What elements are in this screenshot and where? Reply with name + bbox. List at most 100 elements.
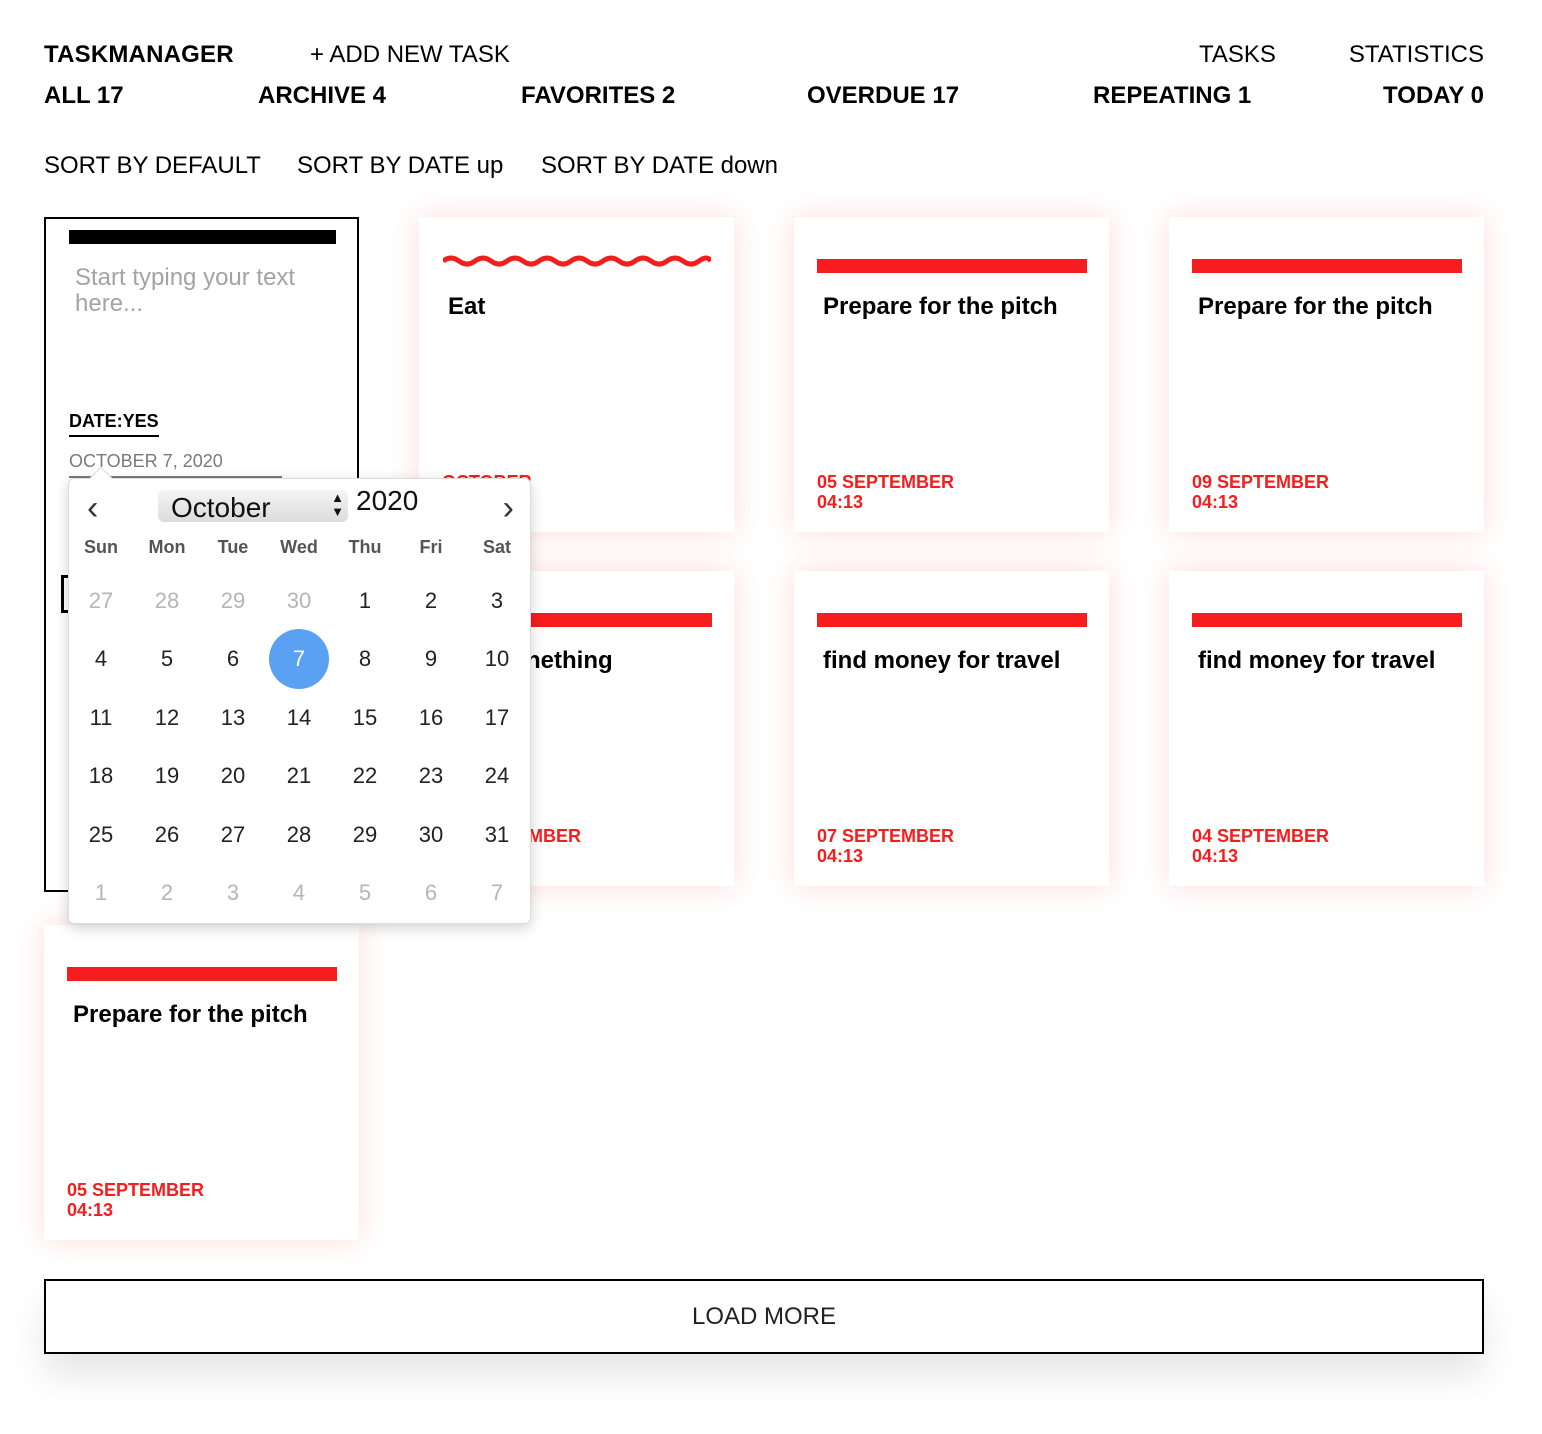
day-cell[interactable]: 4	[71, 629, 131, 689]
day-cell[interactable]: 28	[137, 571, 197, 631]
add-new-task-button[interactable]: + ADD NEW TASK	[310, 41, 510, 69]
task-date-day: 07 SEPTEMBER	[817, 826, 955, 846]
day-cell[interactable]: 7	[467, 863, 527, 923]
task-date: 05 SEPTEMBER 04:13	[817, 472, 954, 512]
day-cell[interactable]: 31	[467, 805, 527, 865]
day-cell[interactable]: 1	[71, 863, 131, 923]
task-text-input[interactable]	[75, 265, 335, 385]
weekday-label: Wed	[280, 537, 318, 557]
day-cell[interactable]: 14	[269, 688, 329, 748]
sort-default[interactable]: SORT BY DEFAULT	[44, 152, 261, 180]
day-cell[interactable]: 22	[335, 746, 395, 806]
next-month-icon[interactable]: ›	[503, 491, 514, 525]
task-date-day: 05 SEPTEMBER	[67, 1180, 205, 1200]
day-cell[interactable]: 6	[401, 863, 461, 923]
app-logo: TASKMANAGER	[44, 41, 234, 68]
day-cell[interactable]: 19	[137, 746, 197, 806]
day-cell[interactable]: 15	[335, 688, 395, 748]
task-color-bar	[67, 967, 337, 981]
prev-month-icon[interactable]: ‹	[87, 491, 98, 525]
task-date-day: MBER	[528, 826, 581, 846]
day-cell[interactable]: 24	[467, 746, 527, 806]
task-title: Prepare for the pitch	[823, 293, 1058, 320]
weekday-label: Tue	[217, 537, 249, 557]
weekday-label: Sun	[84, 537, 118, 557]
date-toggle-button[interactable]: DATE:YES	[69, 411, 159, 437]
datepicker-popup: ‹ October ▲ ▼ 2020 › Sun Mon Tue Wed Thu …	[68, 466, 531, 924]
day-cell[interactable]: 1	[335, 571, 395, 631]
task-title: find money for travel	[823, 647, 1061, 674]
task-card[interactable]: Prepare for the pitch 05 SEPTEMBER 04:13	[44, 925, 359, 1240]
task-color-bar	[69, 230, 336, 244]
day-cell[interactable]: 2	[137, 863, 197, 923]
load-more-button[interactable]: LOAD MORE	[44, 1279, 1484, 1354]
task-color-bar	[817, 613, 1087, 627]
task-date-time: 04:13	[817, 492, 864, 512]
month-select[interactable]: October ▲ ▼	[158, 490, 348, 523]
filter-all[interactable]: ALL 17	[44, 82, 124, 110]
day-cell[interactable]: 3	[203, 863, 263, 923]
day-cell[interactable]: 9	[401, 629, 461, 689]
task-date-time: 04:13	[1192, 846, 1239, 866]
day-cell[interactable]: 18	[71, 746, 131, 806]
task-date-time: 04:13	[67, 1200, 114, 1220]
task-date-time: 04:13	[817, 846, 864, 866]
filter-favorites[interactable]: FAVORITES 2	[521, 82, 675, 110]
day-cell[interactable]: 29	[335, 805, 395, 865]
day-cell[interactable]: 17	[467, 688, 527, 748]
task-card[interactable]: find money for travel 04 SEPTEMBER 04:13	[1169, 571, 1484, 886]
day-cell[interactable]: 13	[203, 688, 263, 748]
day-cell[interactable]: 27	[71, 571, 131, 631]
filter-bar: ALL 17 ARCHIVE 4 FAVORITES 2 OVERDUE 17 …	[44, 82, 1484, 112]
day-cell[interactable]: 26	[137, 805, 197, 865]
day-cell[interactable]: 27	[203, 805, 263, 865]
weekday-label: Sat	[482, 537, 511, 557]
day-cell[interactable]: 3	[467, 571, 527, 631]
day-cell[interactable]: 12	[137, 688, 197, 748]
task-date: MBER	[528, 826, 581, 846]
selected-day-cell[interactable]: 7	[269, 629, 329, 689]
task-date-time: 04:13	[1192, 492, 1239, 512]
day-cell[interactable]: 28	[269, 805, 329, 865]
day-cell[interactable]: 5	[335, 863, 395, 923]
task-title: Eat	[448, 293, 486, 320]
day-cell[interactable]: 5	[137, 629, 197, 689]
day-cell[interactable]: 2	[401, 571, 461, 631]
day-cell[interactable]: 11	[71, 688, 131, 748]
day-cell[interactable]: 6	[203, 629, 263, 689]
task-date: 05 SEPTEMBER 04:13	[67, 1180, 204, 1220]
day-cell[interactable]: 20	[203, 746, 263, 806]
nav-statistics-link[interactable]: STATISTICS	[1349, 41, 1484, 69]
month-select-label: October	[171, 492, 271, 523]
task-title: Prepare for the pitch	[1198, 293, 1433, 320]
filter-overdue[interactable]: OVERDUE 17	[807, 82, 959, 110]
day-cell[interactable]: 21	[269, 746, 329, 806]
task-card[interactable]: Prepare for the pitch 09 SEPTEMBER 04:13	[1169, 217, 1484, 532]
sort-date-up[interactable]: SORT BY DATE up	[297, 152, 503, 180]
year-input[interactable]: 2020	[356, 485, 418, 517]
filter-archive[interactable]: ARCHIVE 4	[258, 82, 386, 110]
repeating-wave-icon	[443, 255, 711, 267]
filter-repeating[interactable]: REPEATING 1	[1093, 82, 1251, 110]
day-cell[interactable]: 4	[269, 863, 329, 923]
nav-tasks-link[interactable]: TASKS	[1199, 41, 1276, 69]
task-date: 04 SEPTEMBER 04:13	[1192, 826, 1329, 866]
task-title: find money for travel	[1198, 647, 1436, 674]
day-cell[interactable]: 29	[203, 571, 263, 631]
day-cell[interactable]: 23	[401, 746, 461, 806]
select-spinner-icon: ▲ ▼	[331, 490, 344, 519]
task-color-bar	[1192, 259, 1462, 273]
task-card[interactable]: find money for travel 07 SEPTEMBER 04:13	[794, 571, 1109, 886]
weekday-label: Thu	[348, 537, 382, 557]
day-cell[interactable]: 16	[401, 688, 461, 748]
task-card[interactable]: Prepare for the pitch 05 SEPTEMBER 04:13	[794, 217, 1109, 532]
day-cell[interactable]: 30	[269, 571, 329, 631]
sort-date-down[interactable]: SORT BY DATE down	[541, 152, 778, 180]
task-color-bar	[817, 259, 1087, 273]
day-cell[interactable]: 30	[401, 805, 461, 865]
day-cell[interactable]: 8	[335, 629, 395, 689]
task-color-bar	[1192, 613, 1462, 627]
day-cell[interactable]: 10	[467, 629, 527, 689]
day-cell[interactable]: 25	[71, 805, 131, 865]
filter-today[interactable]: TODAY 0	[1383, 82, 1484, 110]
